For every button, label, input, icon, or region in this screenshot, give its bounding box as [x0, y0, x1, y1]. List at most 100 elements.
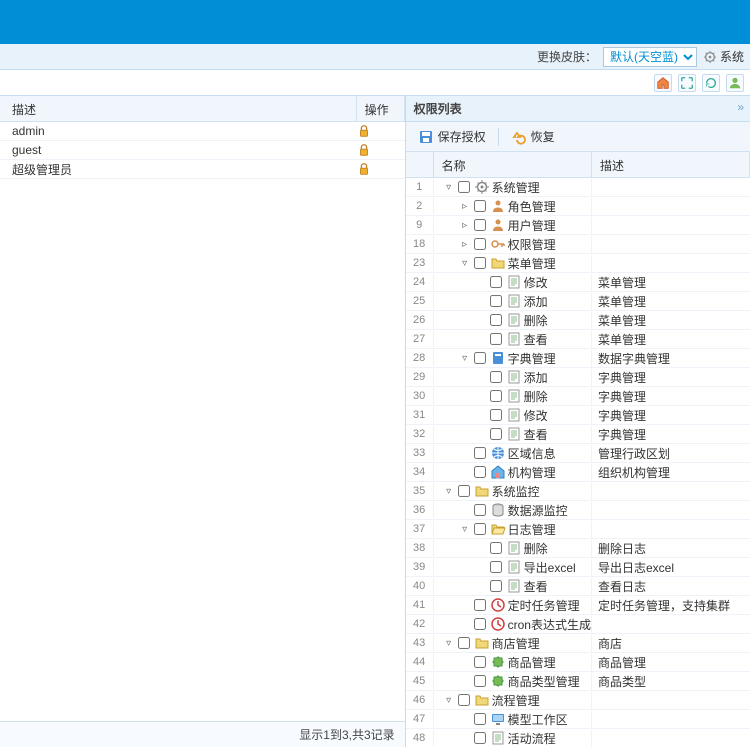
- tree-row[interactable]: 46▿流程管理: [406, 691, 750, 710]
- perm-name[interactable]: 权限管理: [508, 236, 556, 253]
- table-row[interactable]: admin: [0, 122, 405, 141]
- perm-name[interactable]: 添加: [524, 369, 548, 386]
- perm-checkbox[interactable]: [474, 599, 486, 611]
- system-link[interactable]: 系统: [703, 48, 744, 65]
- perm-name[interactable]: 菜单管理: [508, 255, 556, 272]
- tree-row[interactable]: 35▿系统监控: [406, 482, 750, 501]
- perm-checkbox[interactable]: [474, 352, 486, 364]
- perm-name[interactable]: 删除: [524, 312, 548, 329]
- expand-icon[interactable]: ▹: [460, 201, 470, 212]
- tree-row[interactable]: 33区域信息管理行政区划: [406, 444, 750, 463]
- tree-row[interactable]: 24修改菜单管理: [406, 273, 750, 292]
- perm-name[interactable]: 查看: [524, 426, 548, 443]
- perm-name[interactable]: 用户管理: [508, 217, 556, 234]
- perm-checkbox[interactable]: [490, 561, 502, 573]
- perm-name[interactable]: 区域信息: [508, 445, 556, 462]
- expand-icon[interactable]: ▿: [460, 353, 470, 364]
- perm-name[interactable]: 添加: [524, 293, 548, 310]
- perm-checkbox[interactable]: [474, 732, 486, 744]
- expand-icon[interactable]: ▿: [460, 524, 470, 535]
- tree-row[interactable]: 37▿日志管理: [406, 520, 750, 539]
- tree-row[interactable]: 27查看菜单管理: [406, 330, 750, 349]
- tree-row[interactable]: 31修改字典管理: [406, 406, 750, 425]
- perm-name[interactable]: 系统监控: [492, 483, 540, 500]
- perm-checkbox[interactable]: [474, 447, 486, 459]
- perm-name[interactable]: cron表达式生成: [508, 616, 591, 633]
- tree-row[interactable]: 23▿菜单管理: [406, 254, 750, 273]
- perm-name[interactable]: 删除: [524, 540, 548, 557]
- tree-row[interactable]: 39导出excel导出日志excel: [406, 558, 750, 577]
- tree-row[interactable]: 28▿字典管理数据字典管理: [406, 349, 750, 368]
- perm-checkbox[interactable]: [490, 371, 502, 383]
- tree-row[interactable]: 2▹角色管理: [406, 197, 750, 216]
- perm-name[interactable]: 商品类型管理: [508, 673, 580, 690]
- tree-row[interactable]: 1▿系统管理: [406, 178, 750, 197]
- save-button[interactable]: 保存授权: [412, 126, 492, 147]
- perm-name[interactable]: 修改: [524, 407, 548, 424]
- col-op[interactable]: 操作: [357, 96, 405, 121]
- perm-checkbox[interactable]: [490, 276, 502, 288]
- tree-row[interactable]: 43▿商店管理商店: [406, 634, 750, 653]
- perm-checkbox[interactable]: [474, 618, 486, 630]
- table-row[interactable]: 超级管理员: [0, 160, 405, 179]
- table-row[interactable]: guest: [0, 141, 405, 160]
- tree-row[interactable]: 26删除菜单管理: [406, 311, 750, 330]
- perm-name[interactable]: 删除: [524, 388, 548, 405]
- right-grid-body[interactable]: 1▿系统管理2▹角色管理9▹用户管理18▹权限管理23▿菜单管理24修改菜单管理…: [406, 178, 750, 747]
- expand-icon[interactable]: ▿: [444, 486, 454, 497]
- tree-row[interactable]: 41定时任务管理定时任务管理，支持集群: [406, 596, 750, 615]
- tree-row[interactable]: 29添加字典管理: [406, 368, 750, 387]
- perm-checkbox[interactable]: [490, 580, 502, 592]
- collapse-button[interactable]: »: [737, 100, 744, 114]
- expand-icon[interactable]: ▿: [460, 258, 470, 269]
- tree-row[interactable]: 44商品管理商品管理: [406, 653, 750, 672]
- perm-checkbox[interactable]: [458, 181, 470, 193]
- refresh-button[interactable]: [702, 74, 720, 92]
- perm-checkbox[interactable]: [474, 200, 486, 212]
- perm-checkbox[interactable]: [490, 428, 502, 440]
- revert-button[interactable]: 恢复: [505, 126, 561, 147]
- lock-button[interactable]: [357, 143, 405, 157]
- perm-checkbox[interactable]: [474, 656, 486, 668]
- tree-row[interactable]: 32查看字典管理: [406, 425, 750, 444]
- perm-name[interactable]: 日志管理: [508, 521, 556, 538]
- perm-checkbox[interactable]: [490, 390, 502, 402]
- perm-name[interactable]: 系统管理: [492, 179, 540, 196]
- skin-select[interactable]: 默认(天空蓝): [603, 47, 697, 67]
- tree-row[interactable]: 47模型工作区: [406, 710, 750, 729]
- perm-name[interactable]: 导出excel: [524, 559, 576, 576]
- perm-checkbox[interactable]: [474, 257, 486, 269]
- perm-checkbox[interactable]: [458, 694, 470, 706]
- tree-row[interactable]: 9▹用户管理: [406, 216, 750, 235]
- perm-name[interactable]: 活动流程: [508, 730, 556, 747]
- perm-checkbox[interactable]: [490, 314, 502, 326]
- expand-icon[interactable]: ▿: [444, 182, 454, 193]
- col-desc[interactable]: 描述: [592, 152, 750, 177]
- perm-name[interactable]: 机构管理: [508, 464, 556, 481]
- tree-row[interactable]: 18▹权限管理: [406, 235, 750, 254]
- home-button[interactable]: [654, 74, 672, 92]
- expand-icon[interactable]: ▹: [460, 220, 470, 231]
- perm-name[interactable]: 字典管理: [508, 350, 556, 367]
- fullscreen-button[interactable]: [678, 74, 696, 92]
- lock-button[interactable]: [357, 162, 405, 176]
- perm-checkbox[interactable]: [490, 409, 502, 421]
- perm-checkbox[interactable]: [458, 485, 470, 497]
- perm-checkbox[interactable]: [490, 295, 502, 307]
- tree-row[interactable]: 48活动流程: [406, 729, 750, 747]
- perm-name[interactable]: 数据源监控: [508, 502, 568, 519]
- perm-name[interactable]: 定时任务管理: [508, 597, 580, 614]
- tree-row[interactable]: 38删除删除日志: [406, 539, 750, 558]
- perm-checkbox[interactable]: [490, 542, 502, 554]
- col-desc[interactable]: 描述: [0, 96, 357, 121]
- perm-name[interactable]: 修改: [524, 274, 548, 291]
- perm-checkbox[interactable]: [474, 504, 486, 516]
- expand-icon[interactable]: ▿: [444, 695, 454, 706]
- expand-icon[interactable]: ▹: [460, 239, 470, 250]
- tree-row[interactable]: 25添加菜单管理: [406, 292, 750, 311]
- perm-checkbox[interactable]: [458, 637, 470, 649]
- col-name[interactable]: 名称: [434, 152, 592, 177]
- user-button[interactable]: [726, 74, 744, 92]
- tree-row[interactable]: 30删除字典管理: [406, 387, 750, 406]
- tree-row[interactable]: 34机构管理组织机构管理: [406, 463, 750, 482]
